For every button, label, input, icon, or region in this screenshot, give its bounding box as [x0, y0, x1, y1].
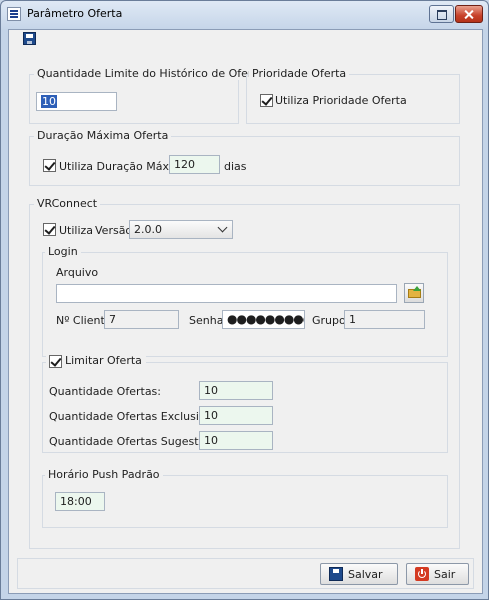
historico-value: 10 — [41, 95, 57, 108]
grupo-input[interactable]: 1 — [344, 310, 425, 329]
prioridade-label: Prioridade Oferta — [249, 67, 350, 80]
versao-select[interactable]: 2.0.0 — [129, 220, 233, 239]
browse-file-button[interactable] — [404, 283, 424, 303]
duracao-input[interactable]: 120 — [169, 155, 220, 174]
save-toolbar-icon[interactable] — [23, 32, 36, 45]
close-button[interactable] — [455, 5, 483, 23]
login-group — [42, 252, 448, 357]
arquivo-input[interactable] — [56, 284, 397, 303]
push-label: Horário Push Padrão — [45, 468, 163, 481]
qtd-exclusivas-input[interactable]: 10 — [199, 406, 273, 425]
vrconnect-label: VRConnect — [34, 197, 101, 210]
versao-value: 2.0.0 — [134, 223, 162, 236]
push-input[interactable]: 18:00 — [55, 492, 105, 511]
login-label: Login — [45, 245, 81, 258]
historico-input[interactable]: 10 — [36, 92, 117, 111]
title-bar[interactable]: Parâmetro Oferta — [1, 1, 488, 27]
versao-label: Versão — [95, 224, 133, 237]
vrconnect-utiliza-checkbox[interactable] — [43, 223, 56, 236]
historico-label: Quantidade Limite do Histórico de Oferta… — [34, 67, 273, 80]
save-button-label: Salvar — [348, 568, 383, 581]
limitar-checkbox-label: Limitar Oferta — [65, 354, 142, 367]
qtd-exclusivas-label: Quantidade Ofertas Exclusivas: — [49, 410, 222, 423]
duracao-checkbox[interactable] — [43, 159, 56, 172]
restore-button[interactable] — [429, 5, 454, 23]
limitar-checkbox[interactable] — [49, 354, 62, 368]
window-title: Parâmetro Oferta — [27, 7, 123, 20]
cliente-input[interactable]: 7 — [104, 310, 179, 329]
save-icon — [329, 567, 343, 581]
window: Parâmetro Oferta Quantidade Limite do Hi… — [0, 0, 489, 600]
prioridade-checkbox[interactable] — [260, 94, 273, 107]
app-icon — [7, 7, 21, 21]
qtd-ofertas-input[interactable]: 10 — [199, 381, 273, 400]
arrow-up-icon — [413, 286, 421, 291]
vrconnect-utiliza-label: Utiliza — [59, 224, 94, 237]
senha-input[interactable]: ●●●●●●●●●●●● — [222, 310, 305, 329]
prioridade-checkbox-label: Utiliza Prioridade Oferta — [275, 94, 407, 107]
grupo-label: Grupo — [312, 314, 346, 327]
exit-button[interactable]: Sair — [406, 563, 469, 585]
duracao-unit: dias — [224, 160, 247, 173]
qtd-sugestoes-label: Quantidade Ofertas Sugestões: — [49, 435, 222, 448]
chevron-down-icon — [217, 222, 228, 233]
content-panel: Quantidade Limite do Histórico de Oferta… — [8, 29, 483, 594]
exit-button-label: Sair — [434, 568, 456, 581]
senha-label: Senha — [189, 314, 224, 327]
qtd-ofertas-label: Quantidade Ofertas: — [49, 385, 161, 398]
qtd-sugestoes-input[interactable]: 10 — [199, 431, 273, 450]
save-button[interactable]: Salvar — [320, 563, 398, 585]
limitar-header: Limitar Oferta — [46, 354, 146, 368]
duracao-label: Duração Máxima Oferta — [34, 129, 172, 142]
arquivo-label: Arquivo — [56, 266, 99, 279]
power-icon — [415, 567, 429, 581]
